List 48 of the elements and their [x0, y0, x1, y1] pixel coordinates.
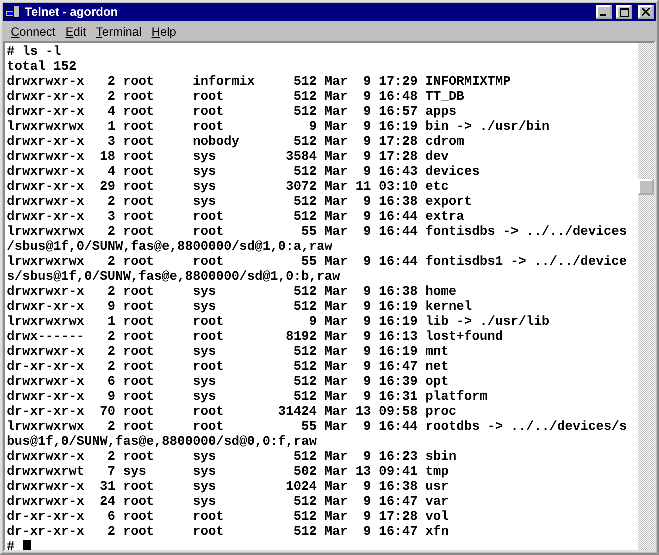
terminal-line: dr-xr-xr-x 2 root root 512 Mar 9 16:47 xfn: [7, 524, 450, 539]
terminal-line: lrwxrwxrwx 1 root root 9 Mar 9 16:19 bin -> ./usr/bin: [7, 119, 551, 134]
computer-icon: [5, 5, 21, 19]
terminal-line: total 152: [7, 59, 78, 74]
terminal-line: drwxrwxr-x 4 root sys 512 Mar 9 16:43 devices: [7, 164, 481, 179]
terminal-line: lrwxrwxrwx 1 root root 9 Mar 9 16:19 lib -> ./usr/lib: [7, 314, 551, 329]
terminal-line: drwxrwxrwt 7 sys sys 502 Mar 13 09:41 tmp: [7, 464, 450, 479]
terminal-line: dr-xr-xr-x 2 root root 512 Mar 9 16:47 net: [7, 359, 450, 374]
terminal-line: lrwxrwxrwx 2 root root 55 Mar 9 16:44 rootdbs -> ../../devices/s: [7, 419, 628, 434]
close-button[interactable]: [638, 5, 654, 19]
terminal-line: drwxrwxr-x 31 root sys 1024 Mar 9 16:38 usr: [7, 479, 450, 494]
terminal-line: drwxr-xr-x 9 root sys 512 Mar 9 16:31 platform: [7, 389, 489, 404]
terminal-line: drwxr-xr-x 2 root root 512 Mar 9 16:48 TT_DB: [7, 89, 466, 104]
menu-item[interactable]: Help: [146, 24, 182, 38]
vertical-scrollbar[interactable]: [638, 43, 654, 550]
terminal-line: dr-xr-xr-x 70 root root 31424 Mar 13 09:58 proc: [7, 404, 458, 419]
terminal-line: drwxr-xr-x 9 root sys 512 Mar 9 16:19 kernel: [7, 299, 474, 314]
terminal-line: s/sbus@1f,0/SUNW,fas@e,8800000/sd@1,0:b,raw: [7, 269, 342, 284]
terminal-line: drwxrwxr-x 2 root sys 512 Mar 9 16:38 home: [7, 284, 458, 299]
terminal-line: drwxr-xr-x 3 root nobody 512 Mar 9 17:28 cdrom: [7, 134, 466, 149]
menu-item[interactable]: Edit: [60, 24, 92, 38]
text-cursor: [22, 540, 31, 550]
terminal-line: bus@1f,0/SUNW,fas@e,8800000/sd@0,0:f,raw: [7, 434, 318, 449]
scroll-thumb[interactable]: [638, 179, 654, 195]
menu-item[interactable]: Connect: [6, 24, 61, 38]
terminal-line: drwxrwxr-x 2 root sys 512 Mar 9 16:38 export: [7, 194, 474, 209]
terminal-line: drwxrwxr-x 2 root informix 512 Mar 9 17:29 INFORMIXTMP: [7, 74, 512, 89]
terminal-line: drwxrwxr-x 24 root sys 512 Mar 9 16:47 var: [7, 494, 450, 509]
minimize-button[interactable]: [596, 5, 612, 19]
terminal-line: lrwxrwxrwx 2 root root 55 Mar 9 16:44 fontisdbs -> ../../devices: [7, 224, 628, 239]
maximize-button[interactable]: [616, 5, 632, 19]
terminal-line: dr-xr-xr-x 6 root root 512 Mar 9 17:28 vol: [7, 509, 450, 524]
terminal-line: drwxrwxr-x 6 root sys 512 Mar 9 16:39 opt: [7, 374, 450, 389]
window-title: Telnet - agordon: [25, 5, 120, 19]
terminal-line: lrwxrwxrwx 2 root root 55 Mar 9 16:44 fontisdbs1 -> ../../device: [7, 254, 628, 269]
terminal-line: /sbus@1f,0/SUNW,fas@e,8800000/sd@1,0:a,raw: [7, 239, 334, 254]
terminal-line: drwxrwxr-x 18 root sys 3584 Mar 9 17:28 dev: [7, 149, 450, 164]
terminal-line: drwxrwxr-x 2 root sys 512 Mar 9 16:23 sbin: [7, 449, 458, 464]
terminal-line: drwxr-xr-x 3 root root 512 Mar 9 16:44 extra: [7, 209, 466, 224]
maximize-icon: [620, 8, 628, 16]
menu-item[interactable]: Terminal: [91, 24, 147, 38]
terminal-line: # ls -l: [7, 44, 62, 59]
terminal-line: drwxr-xr-x 4 root root 512 Mar 9 16:57 apps: [7, 104, 458, 119]
close-icon: [642, 8, 650, 16]
terminal-line: drwx------ 2 root root 8192 Mar 9 16:13 lost+found: [7, 329, 504, 344]
terminal-line: drwxrwxr-x 2 root sys 512 Mar 9 16:19 mnt: [7, 344, 450, 359]
shell-prompt: #: [7, 539, 15, 550]
terminal-line: drwxr-xr-x 29 root sys 3072 Mar 11 03:10 etc: [7, 179, 450, 194]
